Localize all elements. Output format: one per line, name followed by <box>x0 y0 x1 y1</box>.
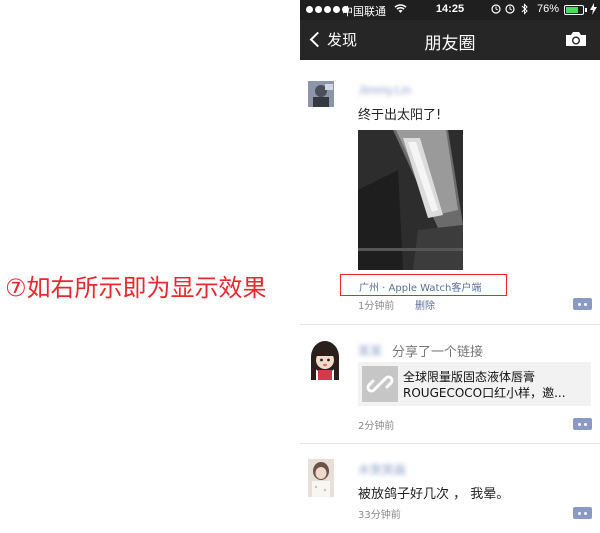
location-highlight-box: 广州 · Apple Watch客户端 <box>340 274 507 296</box>
post-time: 2分钟前 <box>358 421 395 432</box>
post-username[interactable]: Jimmy.Lin <box>358 83 411 97</box>
avatar[interactable] <box>308 459 334 497</box>
camera-icon[interactable] <box>565 31 587 47</box>
share-text: 分享了一个链接 <box>392 345 484 360</box>
comment-icon[interactable] <box>573 418 592 430</box>
comment-icon[interactable] <box>573 507 592 519</box>
post-username[interactable]: 木笑笑画 <box>358 461 406 478</box>
battery-tip <box>585 8 587 12</box>
link-title: 全球限量版固态液体唇膏 ROUGECOCO口红小样，邀... <box>403 369 587 401</box>
post-divider <box>300 443 600 444</box>
delete-link[interactable]: 删除 <box>415 297 435 312</box>
comment-icon[interactable] <box>573 298 592 310</box>
post-location[interactable]: 广州 · Apple Watch客户端 <box>359 279 481 294</box>
post-time: 33分钟前 <box>358 510 401 521</box>
post-photo[interactable] <box>358 130 463 270</box>
avatar[interactable] <box>308 340 342 380</box>
page-title: 朋友圈 <box>424 34 476 54</box>
post-text: 终于出太阳了! <box>358 108 442 123</box>
shared-link-card[interactable]: 全球限量版固态液体唇膏 ROUGECOCO口红小样，邀... <box>358 362 591 406</box>
battery-percent: 76% <box>537 3 560 15</box>
status-bar: 中国联通 14:25 76% <box>300 0 600 20</box>
phone-screen: 中国联通 14:25 76% 发现 朋友圈 Jimmy.Lin 终于出太阳了! … <box>300 0 600 533</box>
charging-icon <box>590 3 597 18</box>
link-title-line-2: ROUGECOCO口红小样，邀... <box>403 386 566 400</box>
nav-bar: 发现 朋友圈 <box>300 20 600 60</box>
alarm-icon <box>490 3 534 18</box>
post-text: 被放鸽子好几次 ， 我晕。 <box>358 487 510 502</box>
annotation-caption: ⑦如右所示即为显示效果 <box>5 274 267 302</box>
link-title-line-1: 全球限量版固态液体唇膏 <box>403 370 536 384</box>
battery-icon <box>564 5 584 15</box>
post-divider <box>300 324 600 325</box>
avatar[interactable] <box>308 81 334 107</box>
post-username[interactable]: 某某 <box>358 342 382 359</box>
post-time: 1分钟前 <box>358 301 395 312</box>
link-icon <box>362 366 398 402</box>
